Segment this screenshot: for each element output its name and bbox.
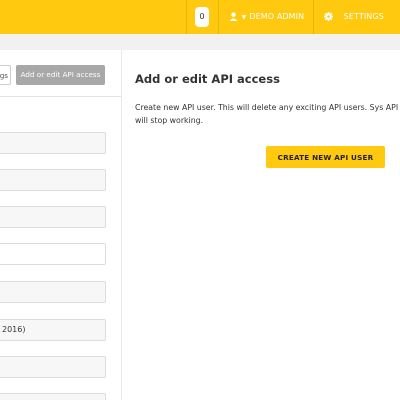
topbar-divider (186, 0, 187, 34)
form-field[interactable] (0, 243, 106, 265)
tab-settings[interactable]: gs (0, 65, 11, 85)
form-field[interactable] (0, 356, 106, 378)
api-access-panel: Add or edit API access Create new API us… (122, 50, 400, 400)
top-bar: 0 ▼ DEMO ADMIN SETTINGS (0, 0, 400, 34)
topbar-divider (313, 0, 314, 34)
form-field[interactable] (0, 169, 106, 191)
notification-count-badge[interactable]: 0 (195, 7, 209, 27)
form-field[interactable] (0, 393, 106, 400)
settings-menu[interactable]: SETTINGS (324, 0, 384, 34)
form-field[interactable] (0, 206, 106, 228)
form-field[interactable]: 2016) (0, 319, 106, 341)
form-field[interactable] (0, 281, 106, 303)
form-field[interactable] (0, 132, 106, 154)
page-title: Add or edit API access (135, 72, 280, 86)
create-new-api-user-button[interactable]: CREATE NEW API USER (266, 146, 385, 168)
topbar-divider (218, 0, 219, 34)
api-settings-panel: gs Add or edit API access 2016) (0, 50, 121, 400)
settings-label: SETTINGS (343, 12, 384, 21)
user-icon (229, 12, 241, 21)
api-access-description: Create new API user. This will delete an… (135, 103, 400, 125)
tab-add-or-edit-api-access[interactable]: Add or edit API access (16, 65, 105, 85)
panel-divider (0, 96, 121, 97)
user-menu[interactable]: ▼ DEMO ADMIN (229, 0, 304, 34)
user-name-label: DEMO ADMIN (249, 12, 305, 21)
gear-icon (324, 12, 336, 21)
chevron-down-icon: ▼ (241, 14, 247, 21)
